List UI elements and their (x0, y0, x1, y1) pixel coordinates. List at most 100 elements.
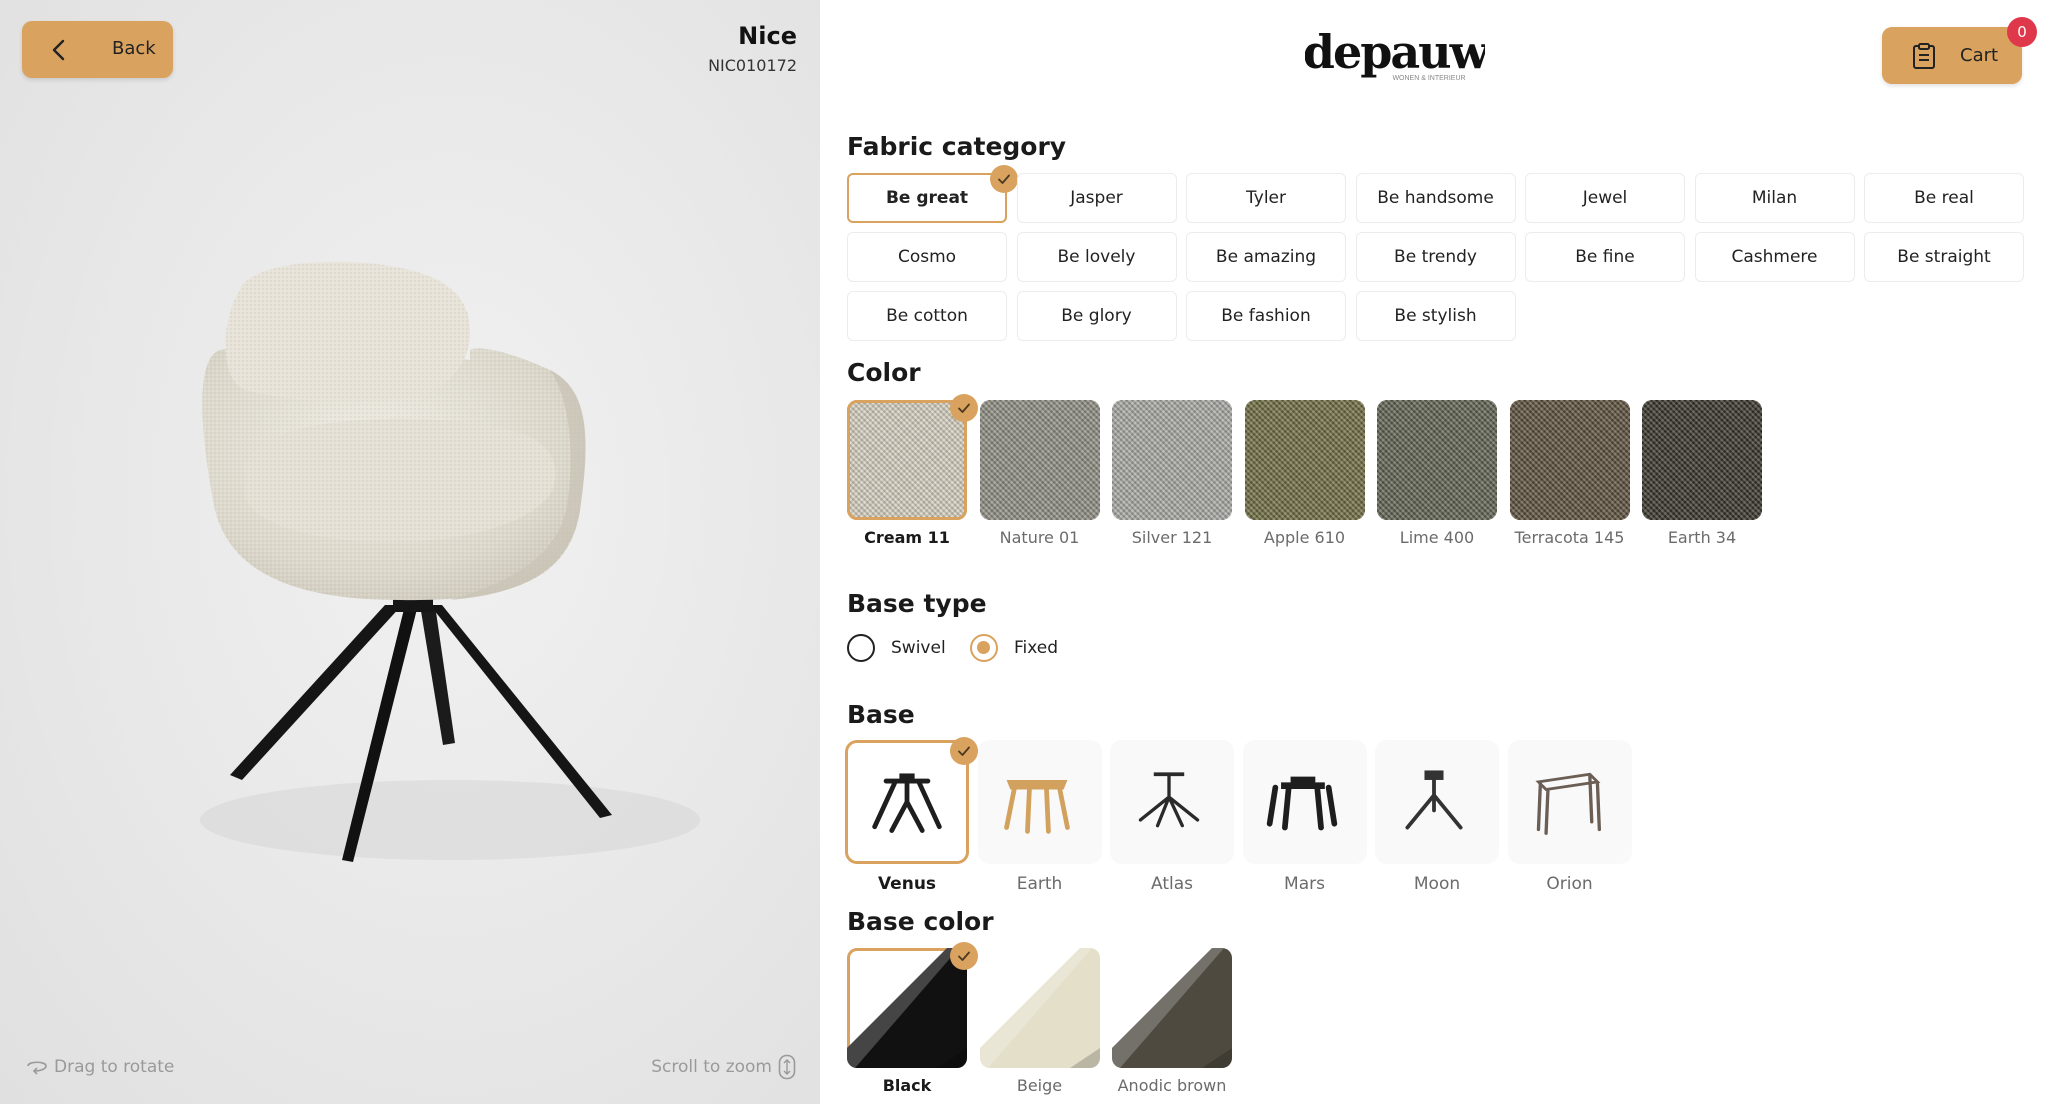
base-label: Orion (1546, 874, 1593, 894)
rotate-icon (27, 1061, 47, 1075)
logo-tagline: WONEN & INTERIEUR (1392, 75, 1465, 82)
color-title: Color (847, 358, 921, 387)
color-swatch (1509, 400, 1630, 520)
fabric-option-cashmere[interactable]: Cashmere (1694, 232, 1855, 282)
color-option-earth-34[interactable]: Earth 34 (1642, 400, 1762, 547)
color-swatch (1112, 400, 1232, 520)
base-atlas-icon (1138, 772, 1200, 828)
fabric-option-tyler[interactable]: Tyler (1186, 173, 1346, 223)
fabric-option-jasper[interactable]: Jasper (1016, 173, 1177, 223)
brand-logo: depauw WONEN & INTERIEUR (1305, 26, 1485, 82)
selected-check-icon (950, 942, 978, 970)
zoom-hint: Scroll to zoom (651, 1054, 796, 1080)
base-color-label: Black (882, 1076, 932, 1095)
base-option-mars[interactable]: Mars (1242, 740, 1367, 894)
base-option-atlas[interactable]: Atlas (1110, 740, 1234, 894)
color-option-lime-400[interactable]: Lime 400 (1377, 400, 1497, 547)
fabric-option-be-straight[interactable]: Be straight (1864, 232, 2024, 282)
base-tile (1375, 740, 1499, 864)
color-swatch (979, 400, 1100, 520)
selected-check-icon (950, 737, 978, 765)
fabric-option-be-great[interactable]: Be great (847, 173, 1007, 223)
color-label: Lime 400 (1399, 528, 1475, 547)
base-earth-icon (1003, 779, 1070, 834)
base-tile (1242, 740, 1367, 864)
base-label: Venus (877, 874, 937, 894)
color-label: Silver 121 (1131, 528, 1213, 547)
fabric-option-cosmo[interactable]: Cosmo (847, 232, 1007, 282)
base-label: Mars (1284, 874, 1325, 894)
fabric-option-be-cotton[interactable]: Be cotton (847, 291, 1007, 341)
base-color-option-beige[interactable]: Beige (979, 948, 1100, 1095)
cart-label: Cart (1960, 45, 1999, 66)
base-option-moon[interactable]: Moon (1375, 740, 1499, 894)
base-label: Moon (1413, 874, 1461, 894)
drag-hint-text: Drag to rotate (54, 1057, 175, 1077)
color-option-apple-610[interactable]: Apple 610 (1244, 400, 1365, 547)
color-label: Apple 610 (1263, 528, 1346, 547)
color-swatch (847, 400, 967, 520)
color-label: Cream 11 (864, 528, 950, 547)
color-swatch (1642, 400, 1762, 520)
base-type-fixed-radio[interactable]: Fixed (970, 634, 1058, 662)
base-type-title: Base type (847, 589, 987, 618)
base-option-orion[interactable]: Orion (1507, 740, 1632, 894)
color-swatch (1377, 400, 1497, 520)
base-option-venus[interactable]: Venus (845, 740, 969, 894)
logo-text: depauw (1305, 26, 1485, 79)
product-name: Nice (738, 22, 797, 50)
base-color-swatch (1112, 948, 1232, 1068)
base-color-title: Base color (847, 907, 994, 936)
base-orion-icon (1534, 772, 1601, 835)
cart-button[interactable]: Cart (1882, 27, 2022, 84)
clipboard-icon (1913, 43, 1935, 69)
fabric-option-be-stylish[interactable]: Be stylish (1355, 291, 1516, 341)
fabric-option-be-glory[interactable]: Be glory (1016, 291, 1177, 341)
base-color-label: Beige (1016, 1076, 1063, 1095)
base-tile (1110, 740, 1234, 864)
base-type-swivel-label: Swivel (891, 638, 946, 658)
fabric-category-title: Fabric category (847, 132, 1067, 161)
base-color-option-anodic-brown[interactable]: Anodic brown (1112, 948, 1232, 1095)
base-option-earth[interactable]: Earth (977, 740, 1102, 894)
fabric-option-be-lovely[interactable]: Be lovely (1016, 232, 1177, 282)
base-type-fixed-label: Fixed (1014, 638, 1059, 658)
color-option-silver-121[interactable]: Silver 121 (1112, 400, 1232, 547)
chair-model[interactable] (150, 260, 710, 900)
base-color-option-black[interactable]: Black (847, 948, 967, 1095)
color-label: Nature 01 (999, 528, 1080, 547)
fabric-option-be-handsome[interactable]: Be handsome (1355, 173, 1516, 223)
base-tile (977, 740, 1102, 864)
scroll-mouse-icon (778, 1054, 796, 1080)
color-option-terracota-145[interactable]: Terracota 145 (1509, 400, 1630, 547)
back-button[interactable]: Back (22, 21, 173, 78)
base-type-swivel-radio[interactable]: Swivel (847, 634, 946, 662)
fabric-option-be-fashion[interactable]: Be fashion (1186, 291, 1346, 341)
fabric-option-be-fine[interactable]: Be fine (1525, 232, 1685, 282)
base-tile (845, 740, 969, 864)
color-option-cream-11[interactable]: Cream 11 (847, 400, 967, 547)
base-color-swatch (847, 948, 967, 1068)
selected-check-icon (950, 394, 978, 422)
product-viewer[interactable]: Back Nice NIC010172 Drag to rotate Scrol… (0, 0, 820, 1104)
fabric-option-be-amazing[interactable]: Be amazing (1186, 232, 1346, 282)
zoom-hint-text: Scroll to zoom (651, 1057, 772, 1077)
base-venus-icon (872, 773, 942, 833)
fabric-option-be-real[interactable]: Be real (1864, 173, 2024, 223)
chevron-left-icon (52, 39, 65, 61)
fabric-option-be-trendy[interactable]: Be trendy (1355, 232, 1516, 282)
drag-hint: Drag to rotate (24, 1057, 174, 1077)
radio-circle (847, 634, 875, 662)
fabric-option-milan[interactable]: Milan (1694, 173, 1855, 223)
base-color-label: Anodic brown (1117, 1076, 1227, 1095)
base-label: Atlas (1151, 874, 1193, 894)
cart-count-badge: 0 (2007, 17, 2037, 47)
radio-circle-selected (970, 634, 998, 662)
color-option-nature-01[interactable]: Nature 01 (979, 400, 1100, 547)
base-moon-icon (1405, 770, 1463, 830)
color-label: Earth 34 (1667, 528, 1737, 547)
base-label: Earth (1016, 874, 1063, 894)
fabric-option-jewel[interactable]: Jewel (1525, 173, 1685, 223)
configurator-panel: depauw WONEN & INTERIEUR Cart 0 Fabric c… (820, 0, 2048, 1104)
base-title: Base (847, 700, 915, 729)
